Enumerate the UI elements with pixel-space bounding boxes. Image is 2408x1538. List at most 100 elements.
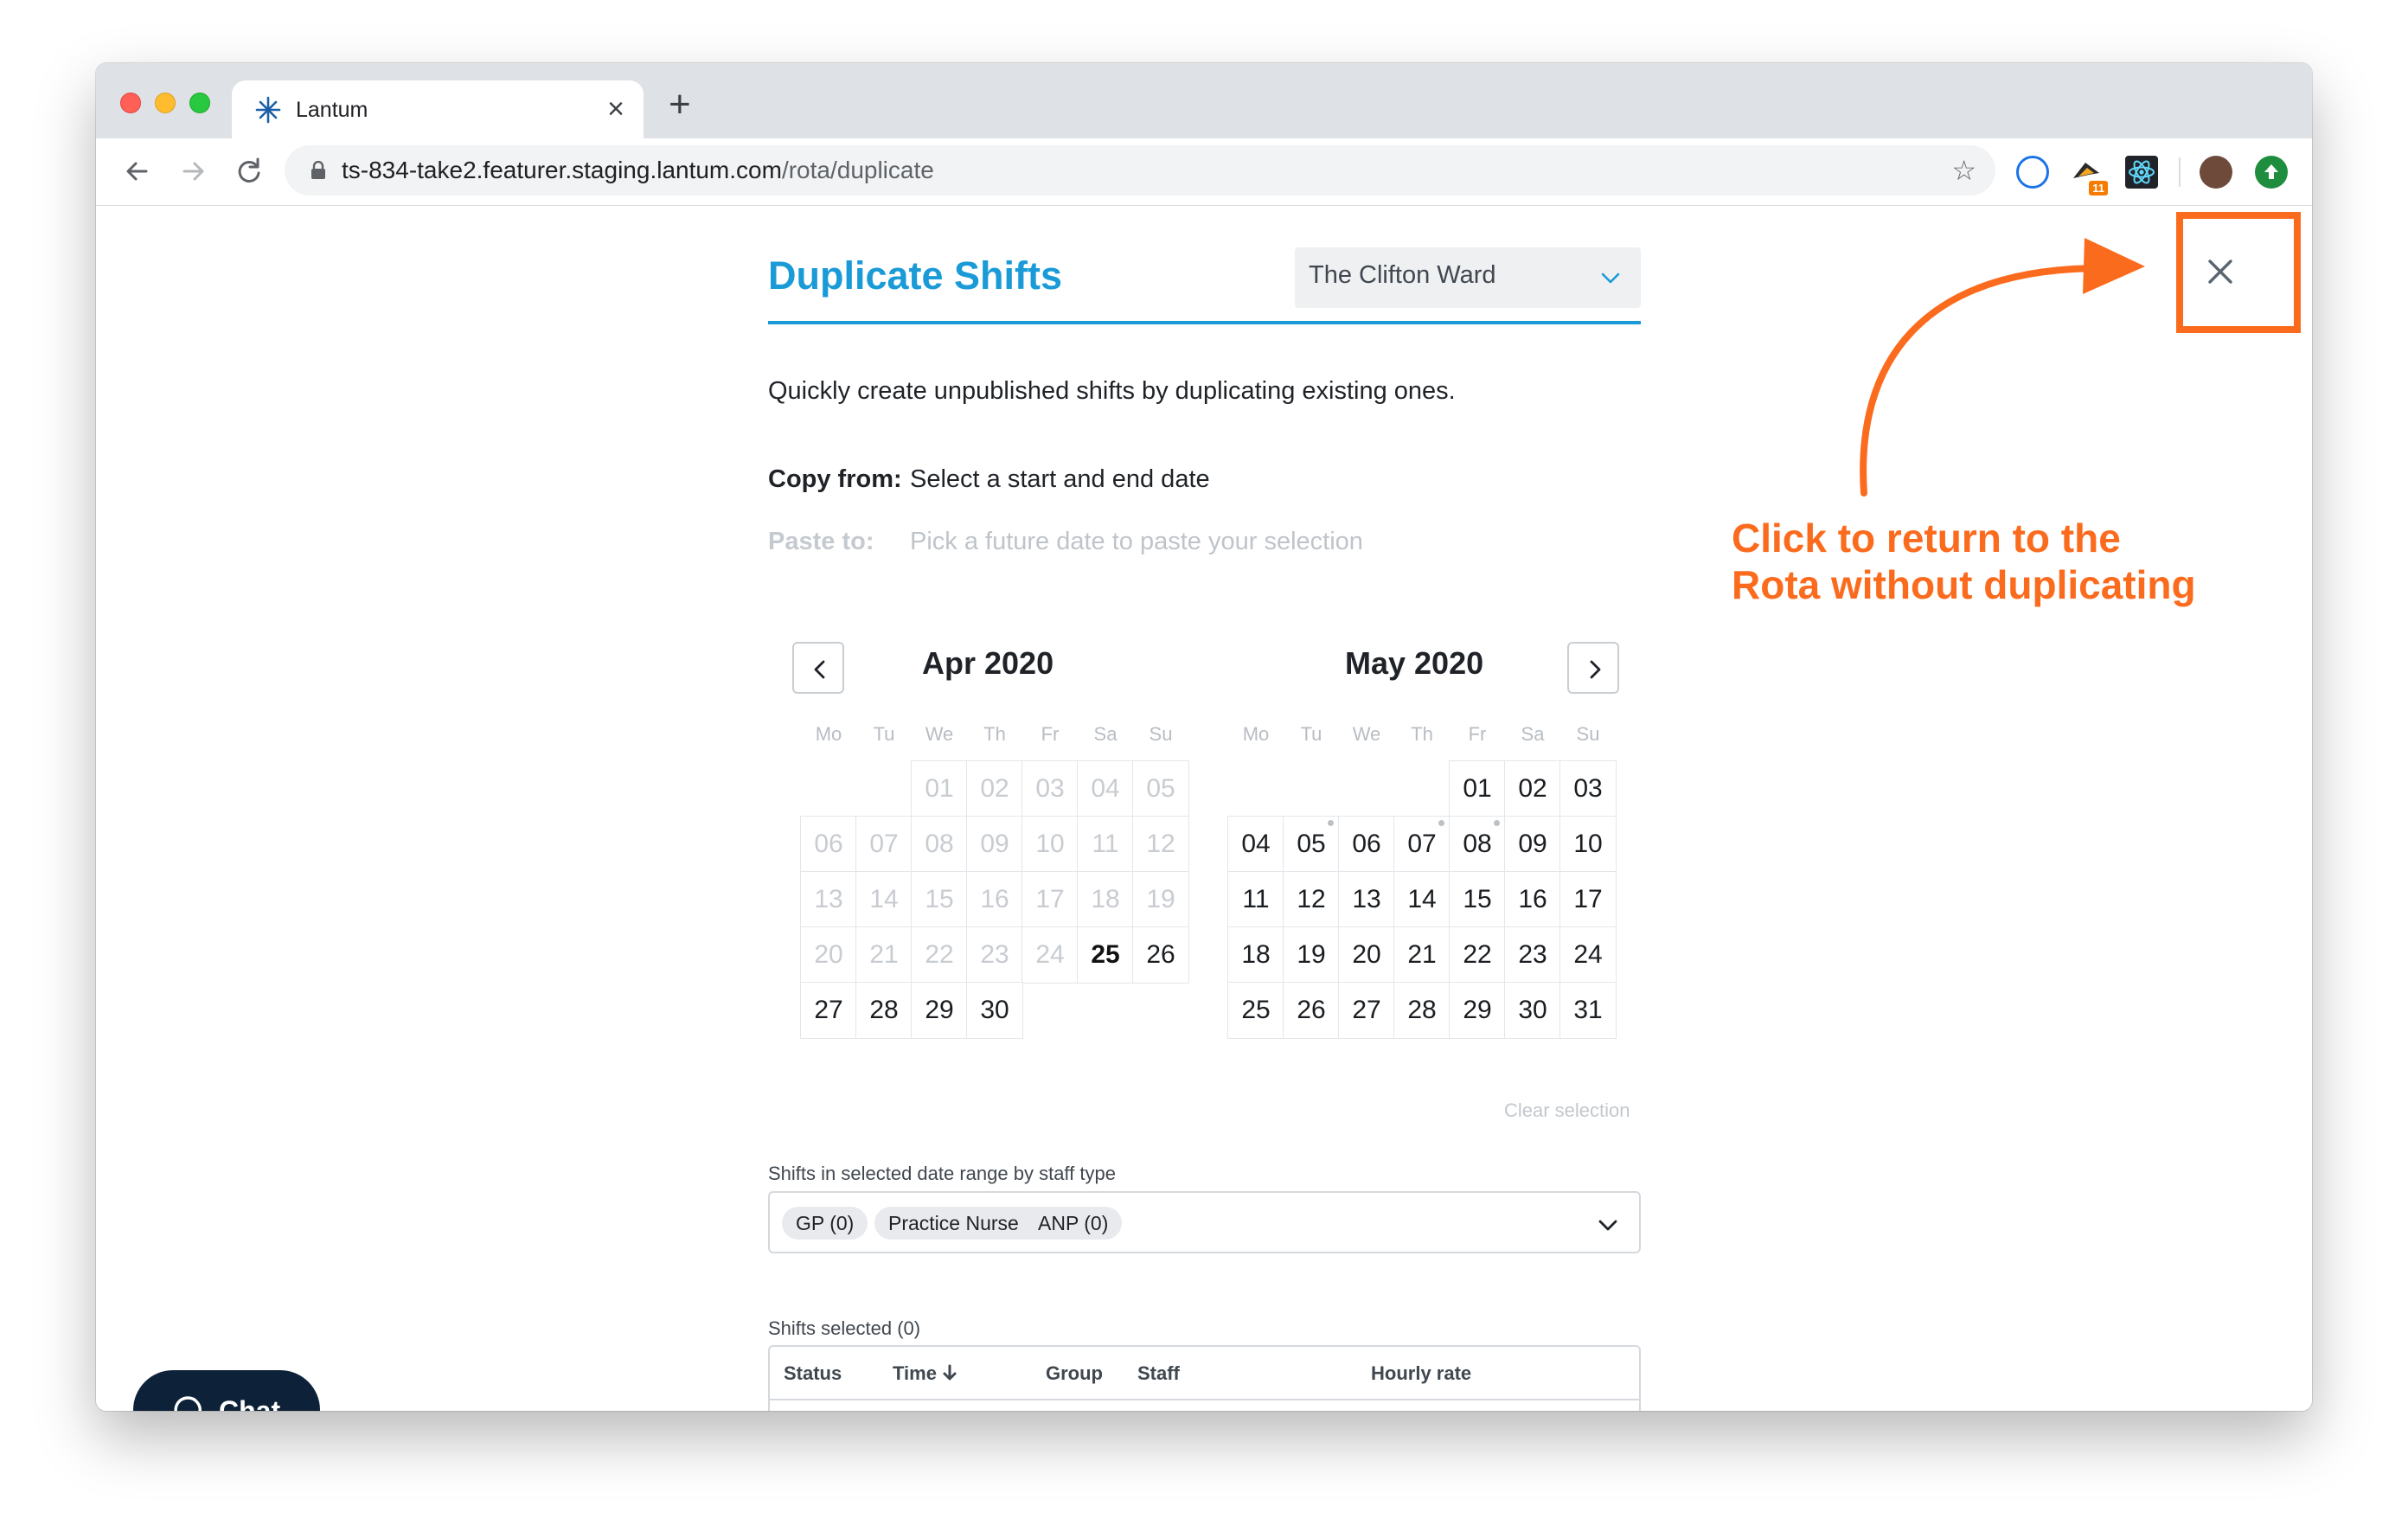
calendar-day[interactable]: 19 — [1283, 926, 1340, 984]
annotation-highlight-box — [2176, 212, 2301, 333]
weekday-label: Fr — [1041, 723, 1060, 745]
weekday-label: Th — [983, 723, 1006, 745]
calendar-day[interactable]: 24 — [1559, 926, 1617, 984]
calendar-day[interactable]: 17 — [1559, 871, 1617, 928]
calendar-day[interactable]: 15 — [1449, 871, 1506, 928]
calendar-day[interactable]: 16 — [1504, 871, 1561, 928]
forward-icon[interactable] — [176, 154, 210, 189]
calendar-day[interactable]: 29 — [1449, 982, 1506, 1039]
reload-icon[interactable] — [231, 154, 266, 189]
react-devtools-icon[interactable] — [2125, 156, 2158, 189]
calendar-day[interactable]: 13 — [1338, 871, 1395, 928]
calendar-day[interactable]: 28 — [855, 982, 913, 1039]
calendar-day: 04 — [1077, 760, 1134, 817]
chat-bubble-icon — [174, 1396, 202, 1411]
shifts-selected-label: Shifts selected (0) — [768, 1317, 921, 1339]
calendar-day[interactable]: 26 — [1283, 982, 1340, 1039]
ward-select[interactable]: The Clifton Ward — [1295, 247, 1641, 308]
calendar-day: 18 — [1077, 871, 1134, 928]
update-icon[interactable] — [2255, 156, 2288, 189]
calendar-day[interactable]: 22 — [1449, 926, 1506, 984]
calendar-day[interactable]: 02 — [1504, 760, 1561, 817]
chip-gp[interactable]: GP (0) — [782, 1207, 868, 1240]
shifts-table: Status Time Group Staff Hourly rate — [768, 1345, 1641, 1411]
tab-close-icon[interactable]: × — [607, 94, 624, 124]
calendar-day: 05 — [1132, 760, 1189, 817]
chat-button[interactable]: Chat — [133, 1370, 320, 1411]
calendar-day[interactable]: 27 — [800, 982, 857, 1039]
calendar-day[interactable]: 31 — [1559, 982, 1617, 1039]
calendar-day[interactable]: 25 — [1227, 982, 1284, 1039]
annotation-text: Click to return to the Rota without dupl… — [1732, 515, 2196, 608]
address-bar[interactable]: ts-834-take2.featurer.staging.lantum.com… — [285, 145, 1995, 195]
prev-month-button[interactable] — [792, 642, 844, 694]
calendar-day[interactable]: 20 — [1338, 926, 1395, 984]
calendar-day[interactable]: 28 — [1393, 982, 1451, 1039]
url-text: ts-834-take2.featurer.staging.lantum.com… — [342, 157, 934, 183]
calendar-day[interactable]: 08 — [1449, 816, 1506, 873]
column-hourly-rate[interactable]: Hourly rate — [1371, 1362, 1471, 1385]
staff-type-dropdown[interactable]: GP (0) Practice Nurse (0) ANP (0) — [768, 1191, 1641, 1253]
column-status[interactable]: Status — [784, 1362, 842, 1385]
calendar-day[interactable]: 10 — [1559, 816, 1617, 873]
calendar-day: 01 — [911, 760, 968, 817]
calendar-day[interactable]: 05 — [1283, 816, 1340, 873]
calendar-day: 13 — [800, 871, 857, 928]
calendar-day[interactable]: 12 — [1283, 871, 1340, 928]
ward-select-value: The Clifton Ward — [1309, 261, 1496, 289]
calendar-day[interactable]: 03 — [1559, 760, 1617, 817]
column-staff[interactable]: Staff — [1137, 1362, 1180, 1385]
back-icon[interactable] — [120, 154, 155, 189]
calendar-day[interactable]: 26 — [1132, 926, 1189, 984]
weekday-label: Tu — [873, 723, 895, 745]
extension-password-icon[interactable] — [2016, 156, 2049, 189]
calendar-day[interactable]: 18 — [1227, 926, 1284, 984]
calendar-day[interactable]: 29 — [911, 982, 968, 1039]
extension-honey-icon[interactable]: 11 — [2070, 156, 2108, 195]
calendar-day: 23 — [966, 926, 1023, 984]
weekday-label: We — [925, 723, 954, 745]
calendar-day[interactable]: 27 — [1338, 982, 1395, 1039]
browser-tab[interactable]: Lantum × — [232, 80, 644, 138]
calendar-day[interactable]: 30 — [1504, 982, 1561, 1039]
calendar-day[interactable]: 07 — [1393, 816, 1451, 873]
title-underline — [768, 321, 1641, 324]
calendar-day: 21 — [855, 926, 913, 984]
weekday-label: Su — [1576, 723, 1600, 745]
calendar-day[interactable]: 04 — [1227, 816, 1284, 873]
clear-selection-link[interactable]: Clear selection — [1504, 1099, 1630, 1122]
calendar-day: 19 — [1132, 871, 1189, 928]
bookmark-star-icon[interactable]: ☆ — [1951, 154, 1976, 187]
calendar-day[interactable]: 11 — [1227, 871, 1284, 928]
weekday-label: Sa — [1093, 723, 1118, 745]
calendar-day: 15 — [911, 871, 968, 928]
lock-icon — [311, 161, 325, 179]
calendar-day[interactable]: 06 — [1338, 816, 1395, 873]
weekday-label: Mo — [1242, 723, 1270, 745]
intro-text: Quickly create unpublished shifts by dup… — [768, 377, 1456, 405]
minimize-window-button[interactable] — [155, 93, 176, 113]
calendar-day[interactable]: 21 — [1393, 926, 1451, 984]
month-title-apr: Apr 2020 — [922, 645, 1054, 681]
chip-anp[interactable]: ANP (0) — [1024, 1207, 1123, 1240]
staff-filter-label: Shifts in selected date range by staff t… — [768, 1163, 1116, 1184]
next-month-button[interactable] — [1567, 642, 1619, 694]
copy-from-value: Select a start and end date — [910, 465, 1210, 493]
calendar-day: 17 — [1021, 871, 1079, 928]
calendar-day[interactable]: 25 — [1077, 926, 1134, 984]
new-tab-icon[interactable]: + — [669, 86, 691, 124]
calendar-day[interactable]: 14 — [1393, 871, 1451, 928]
calendar-day[interactable]: 23 — [1504, 926, 1561, 984]
tab-strip: Lantum × + — [96, 63, 2312, 138]
maximize-window-button[interactable] — [189, 93, 210, 113]
calendar-day[interactable]: 09 — [1504, 816, 1561, 873]
column-time[interactable]: Time — [893, 1362, 957, 1385]
column-group[interactable]: Group — [1046, 1362, 1103, 1385]
calendar-day: 10 — [1021, 816, 1079, 873]
tab-title: Lantum — [296, 98, 368, 122]
close-window-button[interactable] — [120, 93, 141, 113]
profile-avatar[interactable] — [2200, 156, 2232, 189]
calendar-day[interactable]: 30 — [966, 982, 1023, 1039]
paste-to-label: Paste to: — [768, 528, 874, 555]
calendar-day[interactable]: 01 — [1449, 760, 1506, 817]
